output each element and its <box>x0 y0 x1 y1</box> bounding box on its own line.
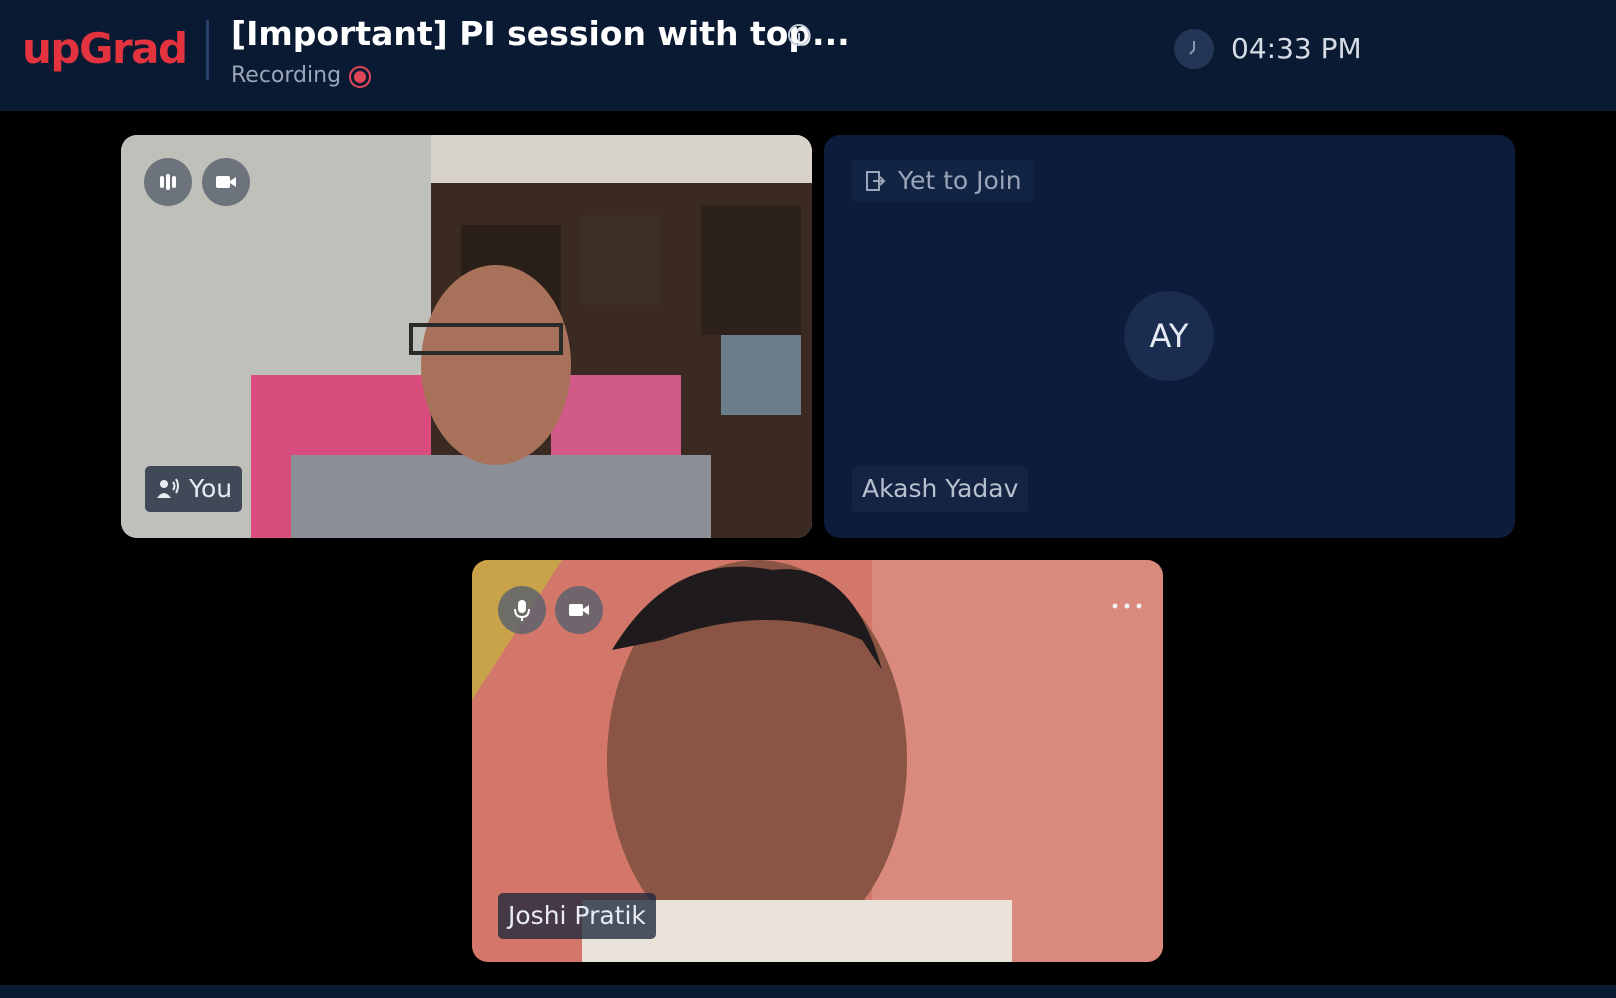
yet-to-join-badge: Yet to Join <box>852 160 1034 202</box>
video-tile-akash[interactable]: Yet to Join AY Akash Yadav <box>824 135 1515 538</box>
microphone-icon <box>514 600 530 621</box>
header-divider <box>206 20 209 80</box>
name-tag-you: You <box>145 466 243 512</box>
audio-level-button[interactable] <box>144 158 192 206</box>
more-options-icon[interactable] <box>1110 600 1144 612</box>
video-tile-you[interactable]: You <box>121 135 812 538</box>
session-title: [Important] PI session with top... <box>231 14 850 53</box>
camera-icon <box>569 604 589 616</box>
camera-button[interactable] <box>202 158 250 206</box>
camera-button-joshi[interactable] <box>555 586 603 634</box>
name-tag-you-label: You <box>189 474 233 503</box>
camera-icon <box>216 176 236 188</box>
yet-to-join-label: Yet to Join <box>898 166 1022 195</box>
bottom-bar <box>0 985 1616 998</box>
recording-label: Recording <box>231 63 342 88</box>
audio-level-icon <box>160 174 176 190</box>
avatar: AY <box>1124 291 1214 381</box>
meeting-header: upGrad [Important] PI session with top..… <box>0 0 1616 111</box>
name-tag-joshi: Joshi Pratik <box>498 893 656 939</box>
name-tag-akash: Akash Yadav <box>852 466 1029 512</box>
microphone-button[interactable] <box>498 586 546 634</box>
current-time: 04:33 PM <box>1231 32 1362 65</box>
clock-icon <box>1174 29 1214 69</box>
speaker-icon <box>157 478 179 498</box>
info-icon[interactable] <box>787 23 811 47</box>
exit-door-icon <box>866 171 886 191</box>
upgrad-logo: upGrad <box>22 24 188 73</box>
video-tile-joshi[interactable]: Joshi Pratik <box>472 560 1163 962</box>
recording-dot-icon <box>349 66 371 88</box>
